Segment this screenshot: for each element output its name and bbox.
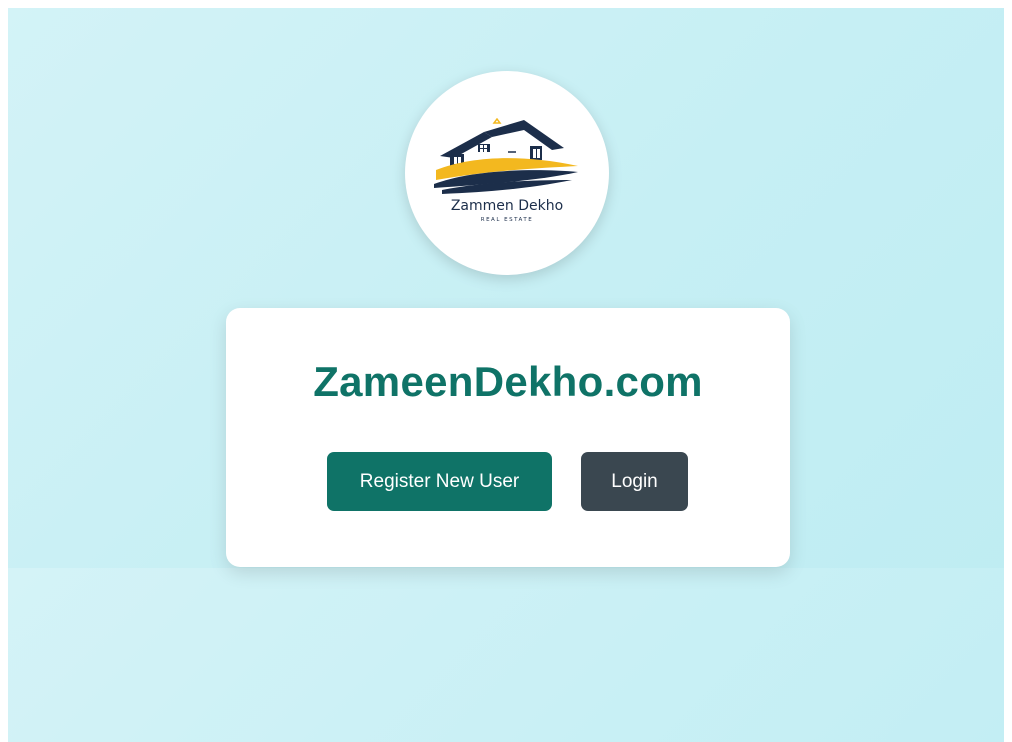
register-new-user-button[interactable]: Register New User xyxy=(327,452,552,511)
logo-tagline: REAL ESTATE xyxy=(481,217,533,223)
site-title: ZameenDekho.com xyxy=(313,358,703,405)
page-background: Zammen Dekho REAL ESTATE ZameenDekho.com… xyxy=(8,8,1004,742)
logo-badge: Zammen Dekho REAL ESTATE xyxy=(405,71,609,275)
logo-brand-name: Zammen Dekho xyxy=(451,198,563,214)
login-button[interactable]: Login xyxy=(581,452,688,511)
lower-background-band xyxy=(8,568,1004,742)
house-logo-icon: Zammen Dekho REAL ESTATE xyxy=(434,118,578,223)
welcome-card: ZameenDekho.com Register New User Login xyxy=(226,308,790,567)
